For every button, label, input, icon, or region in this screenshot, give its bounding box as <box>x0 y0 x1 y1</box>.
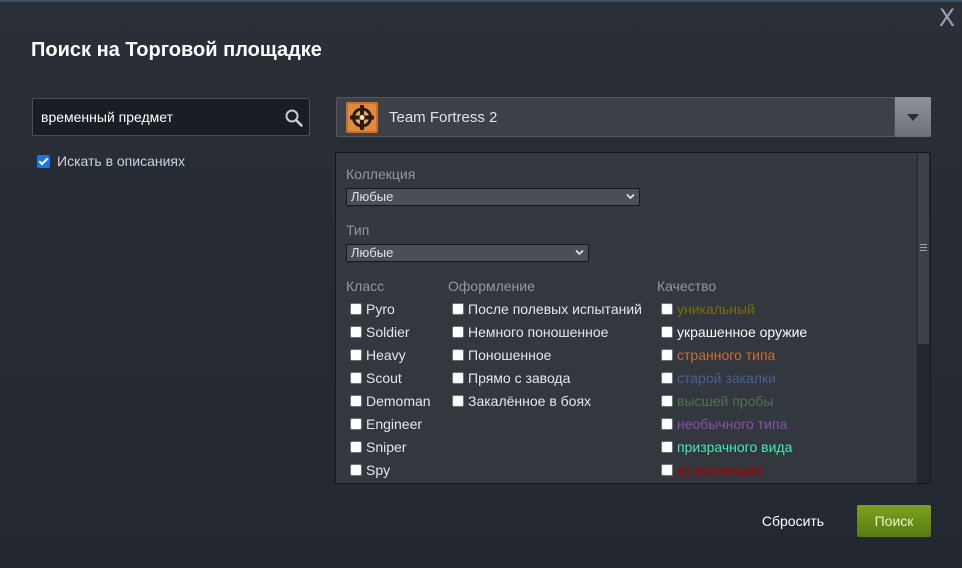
chevron-down-icon <box>626 193 635 200</box>
search-in-descriptions[interactable]: Искать в описаниях <box>37 153 185 169</box>
quality-option-label: старой закалки <box>677 370 776 386</box>
exterior-checkbox[interactable] <box>452 326 464 338</box>
close-button[interactable]: X <box>936 6 958 30</box>
class-option-label: Pyro <box>366 301 395 317</box>
class-checkbox[interactable] <box>350 303 362 315</box>
filter-panel: Коллекция Любые Тип Любые Класс Оформлен… <box>335 152 931 484</box>
quality-option-label: призрачного вида <box>677 439 793 455</box>
exterior-heading: Оформление <box>448 278 535 294</box>
exterior-option-well-worn[interactable]: Поношенное <box>452 347 551 363</box>
collection-label: Коллекция <box>346 166 416 182</box>
quality-checkbox[interactable] <box>661 418 673 430</box>
class-option-label: Heavy <box>366 347 406 363</box>
search-input[interactable] <box>41 99 276 135</box>
class-option-spy[interactable]: Spy <box>350 462 390 478</box>
collection-select[interactable]: Любые <box>346 188 640 206</box>
search-in-descriptions-checkbox[interactable] <box>37 154 50 168</box>
exterior-option-label: Прямо с завода <box>468 370 571 386</box>
quality-option-unusual[interactable]: необычного типа <box>661 416 787 432</box>
quality-heading: Качество <box>657 278 717 294</box>
exterior-checkbox[interactable] <box>452 372 464 384</box>
reset-button[interactable]: Сбросить <box>748 506 838 536</box>
quality-checkbox[interactable] <box>661 395 673 407</box>
type-select-value: Любые <box>351 245 394 260</box>
quality-option-decorated[interactable]: украшенное оружие <box>661 324 807 340</box>
search-box[interactable] <box>32 98 310 136</box>
quality-option-label: странного типа <box>677 347 776 363</box>
class-checkbox[interactable] <box>350 349 362 361</box>
exterior-option-field-tested[interactable]: После полевых испытаний <box>452 301 642 317</box>
exterior-option-minimal-wear[interactable]: Немного поношенное <box>452 324 608 340</box>
search-icon[interactable] <box>284 108 304 128</box>
quality-option-strange[interactable]: странного типа <box>661 347 775 363</box>
class-option-label: Scout <box>366 370 402 386</box>
class-heading: Класс <box>346 278 385 294</box>
class-option-sniper[interactable]: Sniper <box>350 439 406 455</box>
type-select[interactable]: Любые <box>346 244 589 262</box>
quality-checkbox[interactable] <box>661 372 673 384</box>
class-option-demoman[interactable]: Demoman <box>350 393 431 409</box>
exterior-checkbox[interactable] <box>452 349 464 361</box>
search-button[interactable]: Поиск <box>857 505 931 537</box>
exterior-option-label: Поношенное <box>468 347 552 363</box>
scrollbar-thumb[interactable] <box>918 154 929 344</box>
quality-checkbox[interactable] <box>661 349 673 361</box>
quality-checkbox[interactable] <box>661 441 673 453</box>
exterior-option-factory-new[interactable]: Прямо с завода <box>452 370 570 386</box>
class-option-label: Sniper <box>366 439 407 455</box>
exterior-option-label: После полевых испытаний <box>468 301 642 317</box>
quality-option-label: высшей пробы <box>677 393 774 409</box>
class-option-pyro[interactable]: Pyro <box>350 301 395 317</box>
class-option-soldier[interactable]: Soldier <box>350 324 410 340</box>
class-checkbox[interactable] <box>350 326 362 338</box>
quality-checkbox[interactable] <box>661 303 673 315</box>
quality-option-label: украшенное оружие <box>677 324 808 340</box>
quality-option-label: необычного типа <box>677 416 788 432</box>
exterior-checkbox[interactable] <box>452 395 464 407</box>
class-option-heavy[interactable]: Heavy <box>350 347 406 363</box>
quality-option-haunted[interactable]: призрачного вида <box>661 439 792 455</box>
class-checkbox[interactable] <box>350 395 362 407</box>
game-dropdown-button[interactable] <box>894 97 931 137</box>
quality-checkbox[interactable] <box>661 464 673 476</box>
class-option-label: Soldier <box>366 324 410 340</box>
quality-option-label: из коллекции <box>677 462 763 478</box>
game-select[interactable]: Team Fortress 2 <box>336 97 931 137</box>
quality-option-collectors[interactable]: из коллекции <box>661 462 763 478</box>
quality-option-unique[interactable]: уникальный <box>661 301 755 317</box>
exterior-option-label: Закалённое в боях <box>468 393 592 409</box>
class-checkbox[interactable] <box>350 464 362 476</box>
class-option-engineer[interactable]: Engineer <box>350 416 422 432</box>
tf2-logo-icon <box>346 102 378 133</box>
collection-select-value: Любые <box>351 189 394 204</box>
filter-scrollbar[interactable] <box>917 154 930 483</box>
class-option-label: Engineer <box>366 416 423 432</box>
grip-icon <box>920 244 927 253</box>
exterior-option-label: Немного поношенное <box>468 324 609 340</box>
class-option-scout[interactable]: Scout <box>350 370 402 386</box>
class-checkbox[interactable] <box>350 372 362 384</box>
quality-option-genuine[interactable]: высшей пробы <box>661 393 773 409</box>
top-border <box>0 0 962 2</box>
class-checkbox[interactable] <box>350 441 362 453</box>
chevron-down-icon <box>575 249 584 256</box>
quality-option-vintage[interactable]: старой закалки <box>661 370 776 386</box>
exterior-option-battle-scarred[interactable]: Закалённое в боях <box>452 393 591 409</box>
dialog-title: Поиск на Торговой площадке <box>31 39 322 61</box>
class-option-label: Demoman <box>366 393 431 409</box>
class-option-label: Spy <box>366 462 391 478</box>
class-checkbox[interactable] <box>350 418 362 430</box>
exterior-checkbox[interactable] <box>452 303 464 315</box>
quality-option-label: уникальный <box>677 301 755 317</box>
search-in-descriptions-label: Искать в описаниях <box>57 153 186 169</box>
quality-checkbox[interactable] <box>661 326 673 338</box>
game-name: Team Fortress 2 <box>389 109 498 126</box>
type-label: Тип <box>346 222 370 238</box>
